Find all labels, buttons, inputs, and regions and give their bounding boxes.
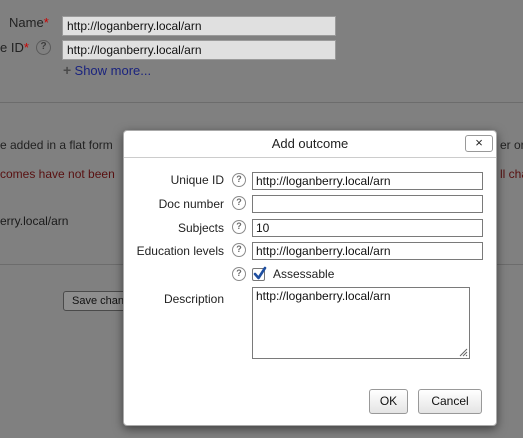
close-icon: × bbox=[475, 135, 483, 150]
checkmark-icon bbox=[253, 266, 267, 280]
resize-grip-icon[interactable] bbox=[459, 348, 468, 357]
help-icon[interactable]: ? bbox=[232, 243, 246, 257]
ok-button[interactable]: OK bbox=[369, 389, 408, 414]
flat-form-text: e added in a flat form bbox=[0, 138, 113, 152]
help-icon[interactable]: ? bbox=[232, 220, 246, 234]
required-marker: * bbox=[23, 40, 29, 55]
required-marker: * bbox=[43, 15, 49, 30]
plus-icon: + bbox=[63, 62, 72, 78]
unique-id-label: Unique ID bbox=[170, 173, 224, 187]
help-icon[interactable]: ? bbox=[232, 267, 246, 281]
flat-form-text-right: er or bbox=[500, 138, 523, 152]
outcomes-warning-text-right: ll cha bbox=[500, 167, 523, 181]
doc-number-label: Doc number bbox=[158, 197, 224, 211]
show-more-link[interactable]: + Show more... bbox=[63, 62, 151, 78]
help-icon[interactable]: ? bbox=[36, 40, 51, 55]
education-levels-label: Education levels bbox=[136, 244, 224, 258]
save-changes-button[interactable]: Save chan bbox=[63, 291, 126, 311]
help-icon[interactable]: ? bbox=[232, 173, 246, 187]
name-input[interactable]: http://loganberry.local/arn bbox=[62, 16, 336, 36]
subjects-label: Subjects bbox=[177, 221, 224, 235]
dialog-title: Add outcome bbox=[271, 136, 349, 151]
unique-id-input[interactable]: http://loganberry.local/arn bbox=[252, 172, 483, 190]
assessable-label: Assessable bbox=[273, 267, 335, 281]
outcomes-warning-text: comes have not been bbox=[0, 167, 115, 181]
description-textarea[interactable]: http://loganberry.local/arn bbox=[252, 287, 470, 359]
help-icon[interactable]: ? bbox=[232, 196, 246, 210]
description-text: http://loganberry.local/arn bbox=[256, 289, 391, 303]
doc-number-input[interactable] bbox=[252, 195, 483, 213]
section-divider bbox=[0, 102, 523, 103]
close-button[interactable]: × bbox=[465, 135, 493, 152]
idnumber-input[interactable]: http://loganberry.local/arn bbox=[62, 40, 336, 60]
subjects-input[interactable]: 10 bbox=[252, 219, 483, 237]
cancel-button[interactable]: Cancel bbox=[418, 389, 482, 414]
name-label: Name* bbox=[9, 15, 49, 30]
education-levels-input[interactable]: http://loganberry.local/arn bbox=[252, 242, 483, 260]
assessable-checkbox[interactable] bbox=[252, 266, 267, 281]
description-label: Description bbox=[163, 292, 224, 306]
title-divider bbox=[124, 157, 496, 158]
add-outcome-dialog: Add outcome × Unique ID ? http://loganbe… bbox=[123, 130, 497, 426]
outcome-short-text: erry.local/arn bbox=[0, 214, 69, 228]
idnumber-label: e ID* bbox=[0, 40, 29, 55]
show-more-label: Show more... bbox=[74, 63, 152, 78]
